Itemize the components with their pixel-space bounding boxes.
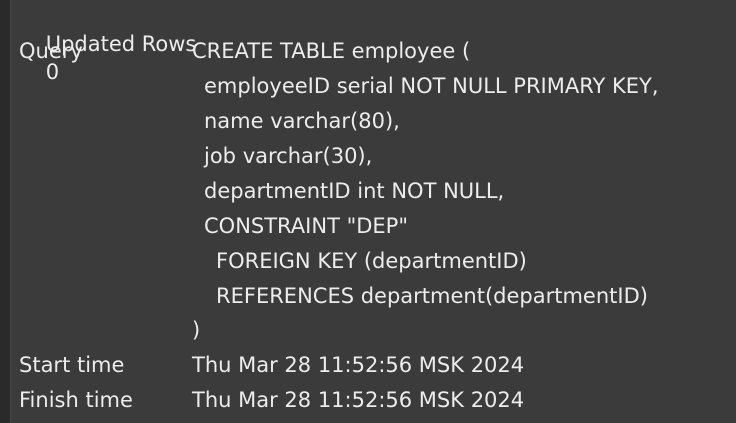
start-time-value: Thu Mar 28 11:52:56 MSK 2024 <box>192 353 525 377</box>
start-time-label: Start time <box>19 353 125 377</box>
finish-time-label: Finish time <box>19 388 133 412</box>
query-line: departmentID int NOT NULL, <box>204 179 505 203</box>
query-line: REFERENCES department(departmentID) <box>216 284 648 308</box>
query-line: job varchar(30), <box>204 144 373 168</box>
finish-time-value: Thu Mar 28 11:52:56 MSK 2024 <box>192 388 525 412</box>
left-gutter <box>0 0 10 423</box>
query-line: name varchar(80), <box>204 109 400 133</box>
query-label: Query <box>19 39 83 63</box>
query-line: CONSTRAINT "DEP" <box>204 214 408 238</box>
query-line: CREATE TABLE employee ( <box>192 39 471 63</box>
query-line: employeeID serial NOT NULL PRIMARY KEY, <box>204 74 659 98</box>
query-line: ) <box>192 318 201 342</box>
gutter-divider <box>10 0 11 423</box>
query-line: FOREIGN KEY (departmentID) <box>216 249 527 273</box>
